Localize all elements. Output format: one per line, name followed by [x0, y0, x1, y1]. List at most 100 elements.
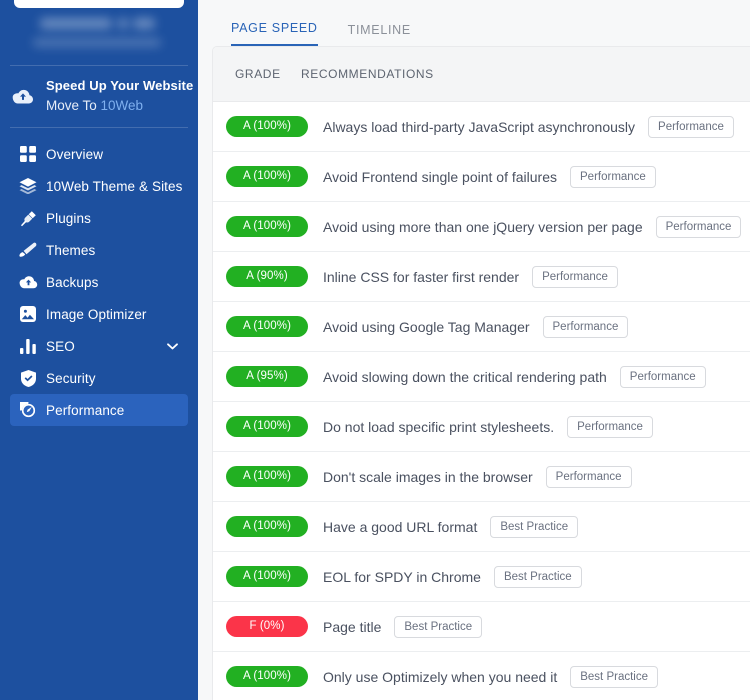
table-row[interactable]: A (100%) EOL for SPDY in Chrome Best Pract…: [213, 552, 750, 602]
recommendation-tag-chip[interactable]: Performance: [542, 315, 629, 338]
recommendation-cell: Page title Best Practice: [323, 615, 750, 638]
sidebar-item-label: Performance: [46, 402, 125, 418]
recommendation-tag-chip[interactable]: Performance: [655, 215, 742, 238]
sidebar-item-label: Security: [46, 370, 96, 386]
recommendation-text: Inline CSS for faster first render: [323, 268, 520, 285]
sidebar-item-overview[interactable]: Overview: [10, 138, 188, 170]
recommendation-tag-chip[interactable]: Performance: [570, 165, 656, 188]
column-header-grade: GRADE: [235, 67, 281, 81]
shield-icon: [10, 369, 46, 387]
table-row[interactable]: A (90%) Inline CSS for faster first rende…: [213, 252, 750, 302]
sidebar-promo-speed-up[interactable]: Speed Up Your Website Move To 10Web: [0, 66, 198, 127]
grade-cell: A (100%): [213, 216, 323, 237]
table-row[interactable]: A (100%) Avoid Frontend single point of f…: [213, 152, 750, 202]
table-header: GRADE RECOMMENDATIONS: [213, 47, 750, 102]
brush-icon: [10, 242, 46, 258]
grade-cell: A (100%): [213, 466, 323, 487]
recommendation-tag-chip[interactable]: Performance: [619, 365, 706, 388]
grade-cell: A (95%): [213, 366, 323, 387]
recommendation-tag-chip[interactable]: Best Practice: [490, 515, 579, 538]
grade-badge: A (90%): [226, 266, 308, 287]
grade-badge: A (100%): [226, 166, 308, 187]
table-row[interactable]: A (100%) Don't scale images in the browse…: [213, 452, 750, 502]
sidebar-item-seo[interactable]: SEO: [10, 330, 188, 362]
app-root: Speed Up Your Website Move To 10Web Over…: [0, 0, 750, 700]
table-row[interactable]: A (100%) Avoid using Google Tag Manager Pe…: [213, 302, 750, 352]
recommendation-tag-chip[interactable]: Performance: [545, 465, 632, 488]
table-row[interactable]: A (100%) Only use Optimizely when you nee…: [213, 652, 750, 700]
grade-badge: A (100%): [226, 116, 308, 137]
sidebar-promo-subtitle: Move To 10Web: [46, 98, 143, 113]
recommendation-tag-chip[interactable]: Performance: [648, 115, 734, 138]
grade-cell: A (100%): [213, 316, 323, 337]
sidebar-item-label: Overview: [46, 146, 104, 162]
recommendation-tag-chip[interactable]: Best Practice: [493, 565, 582, 588]
sidebar-item-performance[interactable]: Performance: [10, 394, 188, 426]
recommendation-text: Avoid slowing down the critical renderin…: [323, 368, 607, 385]
recommendation-text: Only use Optimizely when you need it: [323, 668, 558, 685]
gauge-icon: [10, 401, 46, 419]
recommendation-tag-chip[interactable]: Best Practice: [394, 615, 483, 638]
recommendations-card: GRADE RECOMMENDATIONS A (100%) Always loa…: [212, 46, 750, 700]
sidebar-item-plugins[interactable]: Plugins: [10, 202, 188, 234]
bar-chart-icon: [10, 338, 46, 354]
recommendation-cell: EOL for SPDY in Chrome Best Practice: [323, 565, 750, 588]
sidebar-item-label: Themes: [46, 242, 96, 258]
grade-badge: A (100%): [226, 316, 308, 337]
tab-page-speed[interactable]: PAGE SPEED: [231, 21, 318, 46]
sidebar: Speed Up Your Website Move To 10Web Over…: [0, 0, 198, 700]
table-row[interactable]: F (0%) Page title Best Practice: [213, 602, 750, 652]
recommendation-text: Do not load specific print stylesheets.: [323, 418, 555, 435]
grade-cell: A (100%): [213, 566, 323, 587]
sidebar-item-backups[interactable]: Backups: [10, 266, 188, 298]
recommendation-cell: Avoid using more than one jQuery version…: [323, 215, 750, 238]
table-body: A (100%) Always load third-party JavaScri…: [213, 102, 750, 700]
recommendation-cell: Do not load specific print stylesheets. P…: [323, 415, 750, 438]
table-row[interactable]: A (100%) Have a good URL format Best Pract…: [213, 502, 750, 552]
tab-timeline[interactable]: TIMELINE: [348, 23, 411, 46]
plug-icon: [10, 210, 46, 227]
table-row[interactable]: A (100%) Do not load specific print style…: [213, 402, 750, 452]
sidebar-item-security[interactable]: Security: [10, 362, 188, 394]
recommendation-tag-chip[interactable]: Best Practice: [570, 665, 658, 688]
sidebar-promo-text: Speed Up Your Website Move To 10Web: [46, 76, 193, 116]
sidebar-item-10web-theme-sites[interactable]: 10Web Theme & Sites: [10, 170, 188, 202]
cloud-icon: [10, 275, 46, 289]
grade-cell: A (100%): [213, 516, 323, 537]
sidebar-promo-subtitle-highlight: 10Web: [100, 98, 144, 113]
grade-badge: A (100%): [226, 566, 308, 587]
sidebar-promo-subtitle-prefix: Move To: [46, 98, 101, 113]
recommendation-cell: Always load third-party JavaScript async…: [323, 115, 750, 138]
grade-badge: A (100%): [226, 666, 308, 687]
grid-icon: [10, 146, 46, 162]
column-header-recommendations: RECOMMENDATIONS: [301, 67, 434, 81]
recommendation-text: EOL for SPDY in Chrome: [323, 568, 481, 585]
recommendation-tag-chip[interactable]: Performance: [532, 265, 618, 288]
sidebar-item-themes[interactable]: Themes: [10, 234, 188, 266]
recommendation-text: Page title: [323, 618, 382, 635]
table-row[interactable]: A (100%) Avoid using more than one jQuery…: [213, 202, 750, 252]
grade-cell: A (100%): [213, 666, 323, 687]
image-icon: [10, 306, 46, 322]
grade-badge: A (100%): [226, 516, 308, 537]
recommendation-cell: Only use Optimizely when you need it Best…: [323, 665, 750, 688]
blurred-text-line: [33, 38, 161, 47]
recommendation-text: Avoid Frontend single point of failures: [323, 168, 557, 185]
sidebar-item-image-optimizer[interactable]: Image Optimizer: [10, 298, 188, 330]
chevron-down-icon[interactable]: [167, 342, 178, 350]
sidebar-nav: Overview 10Web Theme & Sites Plugins The…: [0, 128, 198, 426]
table-row[interactable]: A (100%) Always load third-party JavaScri…: [213, 102, 750, 152]
table-row[interactable]: A (95%) Avoid slowing down the critical r…: [213, 352, 750, 402]
sidebar-top-card[interactable]: [14, 0, 184, 8]
layers-icon: [10, 178, 46, 194]
grade-cell: A (90%): [213, 266, 323, 287]
recommendation-tag-chip[interactable]: Performance: [567, 415, 653, 438]
grade-badge: F (0%): [226, 616, 308, 637]
recommendation-text: Don't scale images in the browser: [323, 468, 533, 485]
recommendation-cell: Don't scale images in the browser Perform…: [323, 465, 750, 488]
recommendation-cell: Inline CSS for faster first render Perfor…: [323, 265, 750, 288]
grade-cell: F (0%): [213, 616, 323, 637]
grade-badge: A (100%): [226, 216, 308, 237]
sidebar-item-label: 10Web Theme & Sites: [46, 178, 183, 194]
grade-cell: A (100%): [213, 416, 323, 437]
